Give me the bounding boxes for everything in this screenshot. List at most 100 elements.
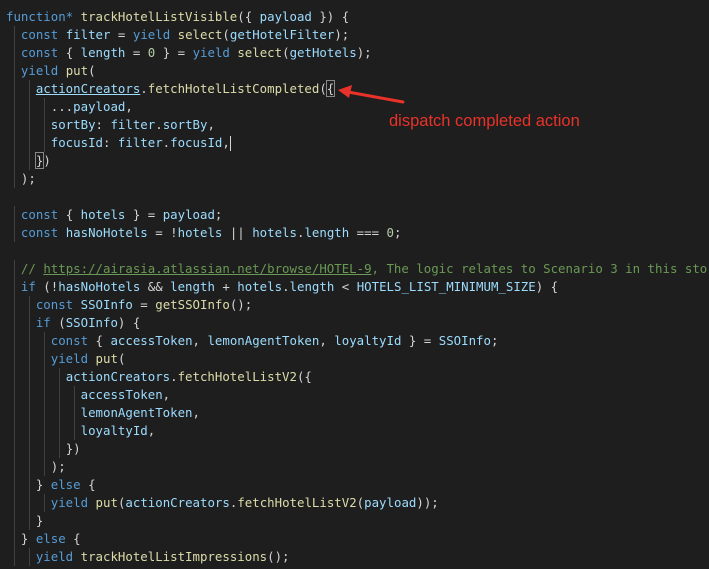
indent-guide: [28, 350, 30, 368]
indent-guide: [43, 404, 45, 422]
code-line[interactable]: sortBy: filter.sortBy,: [6, 116, 709, 134]
code-token: ===: [349, 225, 387, 240]
indent-guide: [28, 296, 30, 314]
code-line[interactable]: lemonAgentToken,: [6, 404, 709, 422]
code-token: length: [170, 279, 215, 294]
indent-guide: [28, 494, 30, 512]
code-token: } =: [125, 207, 163, 222]
code-token: yield: [50, 351, 89, 366]
code-line[interactable]: const filter = yield select(getHotelFilt…: [6, 26, 709, 44]
code-token: ) {: [117, 315, 141, 330]
code-token: .: [140, 81, 148, 96]
code-token: loyaltyId: [334, 333, 402, 348]
code-line[interactable]: yield trackHotelListImpressions();: [6, 548, 709, 566]
code-token: payload: [162, 207, 215, 222]
indent-guide: [43, 134, 45, 152]
code-line[interactable]: yield put(: [6, 350, 709, 368]
code-token: (: [222, 27, 230, 42]
indent-guide: [28, 116, 30, 134]
code-token: yield: [192, 45, 230, 60]
code-line[interactable]: focusId: filter.focusId,: [6, 134, 709, 152]
code-line[interactable]: } else {: [6, 530, 709, 548]
indent-guide: [73, 386, 75, 404]
code-token: length: [304, 225, 350, 240]
code-token: payload: [364, 495, 417, 510]
code-token: yield: [50, 495, 89, 510]
code-token: accessToken: [110, 333, 193, 348]
code-token: function*: [6, 9, 74, 24]
code-token: hotels: [80, 207, 126, 222]
indent-guide: [43, 368, 45, 386]
code-token: );: [334, 27, 350, 42]
code-token: hotels: [177, 225, 223, 240]
indent-guide: [14, 494, 15, 512]
code-token: put: [95, 351, 118, 366]
code-line[interactable]: }): [6, 152, 709, 170]
indent-guide: [43, 422, 45, 440]
code-token: lemonAgentToken: [207, 333, 320, 348]
code-token: } =: [155, 45, 193, 60]
indent-guide: [28, 458, 30, 476]
code-line[interactable]: const hasNoHotels = !hotels || hotels.le…: [6, 224, 709, 242]
code-line[interactable]: yield put(actionCreators.fetchHotelListV…: [6, 494, 709, 512]
code-token: SSOInfo: [65, 315, 118, 330]
code-token: .: [155, 117, 163, 132]
code-token: .: [170, 369, 178, 384]
code-line[interactable]: const { accessToken, lemonAgentToken, lo…: [6, 332, 709, 350]
code-token: HOTELS_LIST_MINIMUM_SIZE: [356, 279, 536, 294]
code-editor[interactable]: function* trackHotelListVisible({ payloa…: [0, 0, 709, 569]
indent-guide: [14, 350, 15, 368]
code-token: }: [20, 531, 36, 546]
code-line[interactable]: function* trackHotelListVisible({ payloa…: [6, 8, 709, 26]
indent-guide: [28, 512, 30, 530]
code-token: focusId: [50, 135, 103, 150]
code-line[interactable]: const { length = 0 } = yield select(getH…: [6, 44, 709, 62]
code-token: }) {: [311, 9, 350, 24]
code-line[interactable]: [6, 188, 709, 206]
code-token: }: [35, 477, 51, 492]
code-token: payload: [73, 99, 126, 114]
code-line[interactable]: if (SSOInfo) {: [6, 314, 709, 332]
code-token: getSSOInfo: [155, 297, 230, 312]
code-token: ,: [222, 135, 230, 150]
indent-guide: [43, 494, 45, 512]
code-line[interactable]: yield put(: [6, 62, 709, 80]
code-line[interactable]: }): [6, 440, 709, 458]
code-token: loyaltyId: [80, 423, 148, 438]
code-token: ||: [222, 225, 253, 240]
indent-guide: [43, 116, 45, 134]
code-line[interactable]: }: [6, 512, 709, 530]
code-line[interactable]: if (!hasNoHotels && length + hotels.leng…: [6, 278, 709, 296]
code-token: :: [102, 135, 118, 150]
indent-guide: [14, 314, 15, 332]
annotation-arrow-icon: [338, 85, 405, 104]
code-line[interactable]: [6, 242, 709, 260]
code-token: ,: [319, 333, 335, 348]
code-line[interactable]: actionCreators.fetchHotelListV2({: [6, 368, 709, 386]
code-line[interactable]: } else {: [6, 476, 709, 494]
code-line[interactable]: loyaltyId,: [6, 422, 709, 440]
code-line[interactable]: const SSOInfo = getSSOInfo();: [6, 296, 709, 314]
code-token: getHotelFilter: [229, 27, 335, 42]
code-token: ({: [237, 9, 260, 24]
code-token: trackHotelListVisible: [80, 9, 238, 24]
code-token: {: [58, 207, 81, 222]
code-token: //: [20, 261, 44, 276]
code-token: ,: [147, 423, 156, 438]
code-token: const: [35, 297, 74, 312]
indent-guide: [58, 440, 60, 458]
code-token: trackHotelListImpressions: [80, 549, 268, 564]
indent-guide: [14, 332, 15, 350]
code-line[interactable]: );: [6, 170, 709, 188]
code-line[interactable]: // https://airasia.atlassian.net/browse/…: [6, 260, 709, 278]
code-token: hasNoHotels: [65, 225, 148, 240]
code-line[interactable]: );: [6, 458, 709, 476]
code-line[interactable]: const { hotels } = payload;: [6, 206, 709, 224]
code-line[interactable]: accessToken,: [6, 386, 709, 404]
